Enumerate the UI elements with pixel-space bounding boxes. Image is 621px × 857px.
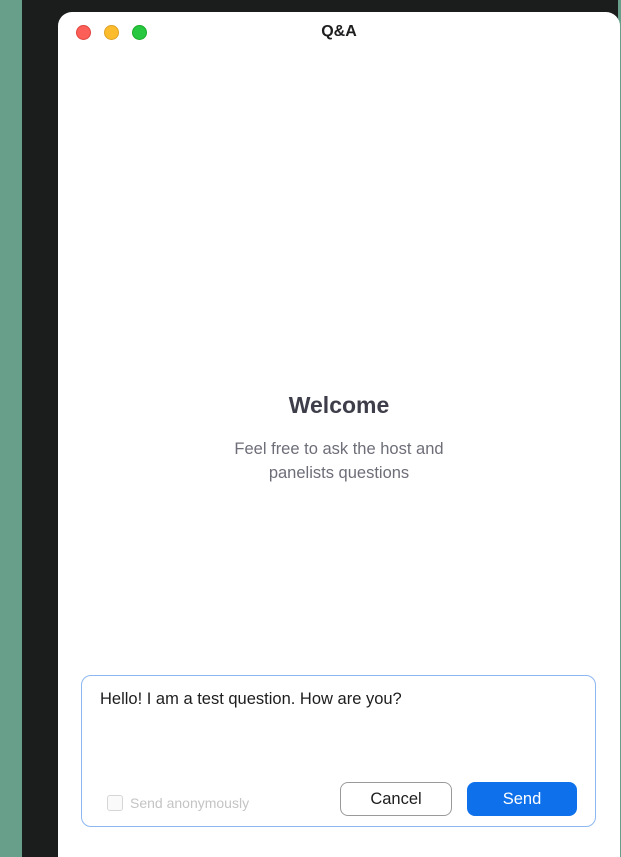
- send-button[interactable]: Send: [467, 782, 577, 816]
- send-anonymously-label: Send anonymously: [130, 795, 250, 811]
- title-bar: Q&A: [58, 12, 620, 52]
- send-anonymously-checkbox[interactable]: [107, 795, 123, 811]
- question-composer: Hello! I am a test question. How are you…: [81, 675, 596, 827]
- welcome-heading: Welcome: [288, 392, 390, 418]
- send-anonymously-option[interactable]: Send anonymously: [107, 793, 249, 813]
- window-title: Q&A: [321, 23, 357, 40]
- qa-window: Q&A Welcome Feel free to ask the host an…: [58, 12, 620, 857]
- welcome-panel: Welcome Feel free to ask the host and pa…: [58, 392, 620, 485]
- question-input[interactable]: Hello! I am a test question. How are you…: [100, 690, 570, 760]
- cancel-button[interactable]: Cancel: [340, 782, 452, 816]
- window-frame: Q&A Welcome Feel free to ask the host an…: [22, 0, 620, 857]
- welcome-subtitle: Feel free to ask the host and panelists …: [234, 440, 444, 482]
